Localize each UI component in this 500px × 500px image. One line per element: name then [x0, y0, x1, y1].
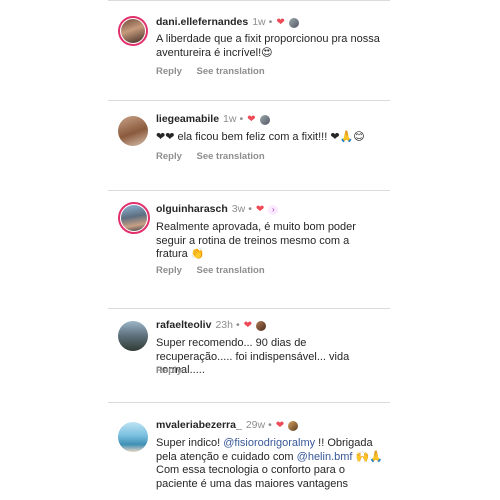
comment-header: mvaleriabezerra_ 29w • ❤: [156, 419, 299, 432]
author-avatar-mini: ›: [268, 204, 279, 215]
author-avatar-mini: [259, 114, 270, 125]
author-liked-heart-icon: ❤: [275, 420, 285, 431]
comment-text: Super indico! @fisiorodrigoralmy !! Obri…: [156, 437, 384, 491]
comment-text: Realmente aprovada, é muito bom poder se…: [156, 221, 356, 260]
avatar[interactable]: [118, 321, 148, 351]
reply-button[interactable]: Reply: [156, 365, 182, 376]
author-liked-heart-icon: ❤: [247, 114, 256, 125]
separator-dot: •: [248, 203, 252, 215]
avatar[interactable]: [118, 422, 148, 452]
comment-actions: Reply See translation: [156, 66, 277, 77]
mention-link[interactable]: @helin.bmf: [297, 451, 353, 463]
username[interactable]: mvaleriabezerra_: [156, 419, 242, 432]
comment-item: rafaelteoliv 23h • ❤ Super recomendo... …: [108, 308, 390, 402]
author-liked-heart-icon: ❤: [243, 320, 253, 331]
author-avatar-mini: [288, 420, 299, 431]
see-translation-button[interactable]: See translation: [197, 151, 265, 162]
username[interactable]: dani.ellefernandes: [156, 16, 248, 29]
separator-dot: •: [268, 16, 273, 28]
username[interactable]: rafaelteoliv: [156, 319, 211, 332]
comment-header: dani.ellefernandes 1w • ❤: [156, 16, 299, 29]
comment-time: 23h: [215, 319, 233, 331]
comment-actions: Reply See translation: [156, 151, 277, 162]
separator-dot: •: [268, 419, 272, 431]
author-avatar-mini: [288, 17, 299, 28]
comment-time: 29w: [245, 419, 266, 431]
comment-item: dani.ellefernandes 1w • ❤ A liberdade qu…: [108, 0, 390, 100]
reply-button[interactable]: Reply: [156, 265, 182, 276]
separator-dot: •: [235, 319, 240, 331]
reply-button[interactable]: Reply: [156, 151, 182, 162]
username[interactable]: olguinharasch: [156, 203, 228, 216]
comment-header: rafaelteoliv 23h • ❤: [156, 319, 267, 332]
author-liked-heart-icon: ❤: [255, 204, 265, 215]
comment-text: A liberdade que a fixit proporcionou pra…: [156, 33, 380, 59]
see-translation-button[interactable]: See translation: [197, 66, 265, 77]
comment-time: 1w: [223, 113, 237, 125]
comment-actions: Reply: [156, 365, 194, 376]
username[interactable]: liegeamabile: [156, 113, 219, 126]
comment-text-part: Super indico!: [156, 437, 224, 449]
comment-header: liegeamabile 1w • ❤: [156, 113, 270, 126]
author-liked-heart-icon: ❤: [276, 17, 285, 28]
comment-text: ❤❤ ela ficou bem feliz com a fixit!!! ❤🙏…: [156, 131, 365, 143]
avatar[interactable]: [118, 202, 150, 234]
mention-link[interactable]: @fisiorodrigoralmy: [223, 437, 315, 449]
reply-button[interactable]: Reply: [156, 66, 182, 77]
avatar[interactable]: [118, 16, 148, 46]
author-avatar-mini: [256, 320, 267, 331]
comment-time: 1w: [252, 16, 266, 28]
avatar[interactable]: [118, 116, 148, 146]
comment-header: olguinharasch 3w • ❤ ›: [156, 203, 279, 216]
comment-time: 3w: [231, 203, 246, 215]
comment-item: olguinharasch 3w • ❤ › Realmente aprovad…: [108, 190, 390, 308]
see-translation-button[interactable]: See translation: [197, 265, 265, 276]
comment-item: liegeamabile 1w • ❤ ❤❤ ela ficou bem fel…: [108, 100, 390, 190]
comment-item: mvaleriabezerra_ 29w • ❤ Super indico! @…: [108, 402, 390, 500]
comment-actions: Reply See translation: [156, 265, 277, 276]
separator-dot: •: [239, 113, 244, 125]
